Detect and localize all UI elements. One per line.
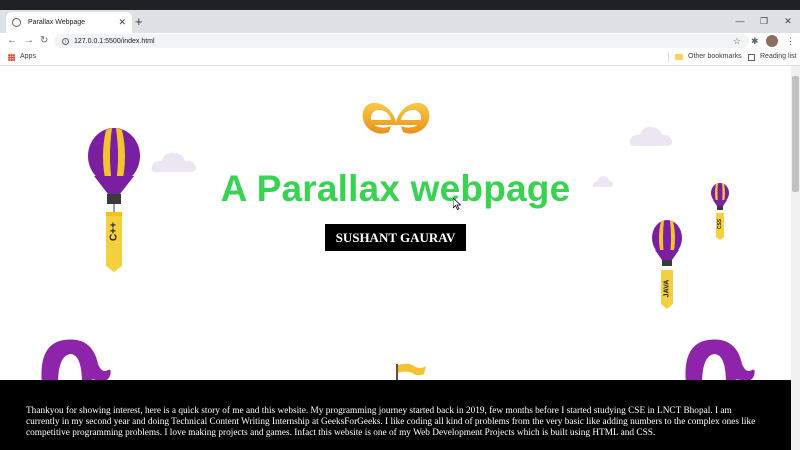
url-text[interactable]: 127.0.0.1:5500/index.html — [74, 38, 733, 45]
globe-icon — [12, 18, 21, 27]
story-section: Thankyou for showing interest, here is a… — [0, 380, 791, 450]
reload-icon[interactable]: ↻ — [40, 33, 48, 49]
page-viewport: C++ CSS JAVA A Parallax webpage SUSHANT … — [0, 66, 791, 450]
close-window-button[interactable]: ✕ — [778, 10, 798, 33]
bookmark-star-icon[interactable]: ☆ — [733, 36, 741, 47]
forward-arrow-icon[interactable]: → — [24, 33, 34, 49]
cloud-image — [629, 126, 673, 146]
other-bookmarks-label: Other bookmarks — [688, 53, 742, 60]
tab-title: Parallax Webpage — [28, 19, 86, 26]
page-scrollbar[interactable] — [791, 66, 800, 450]
address-bar[interactable]: i 127.0.0.1:5500/index.html ☆ — [54, 34, 749, 48]
purple-octopus-right — [685, 339, 755, 384]
restore-button[interactable]: ❐ — [754, 10, 774, 33]
author-name-button[interactable]: SUSHANT GAURAV — [325, 224, 466, 251]
folder-icon — [675, 54, 683, 60]
new-tab-button[interactable]: + — [135, 12, 143, 32]
back-arrow-icon[interactable]: ← — [7, 33, 17, 49]
tab-bar: Parallax Webpage ✕ + — ❐ ✕ — [0, 10, 800, 33]
browser-menu-icon[interactable]: ⋮ — [786, 33, 795, 49]
bookmark-other[interactable]: Other bookmarks — [675, 49, 742, 65]
purple-octopus-left — [41, 339, 111, 384]
minimize-button[interactable]: — — [730, 10, 750, 33]
reading-list-icon — [748, 53, 755, 61]
tab-parallax-webpage[interactable]: Parallax Webpage ✕ — [6, 12, 132, 33]
apps-grid-icon — [8, 53, 15, 61]
profile-avatar[interactable] — [766, 35, 778, 47]
story-paragraph: Thankyou for showing interest, here is a… — [26, 406, 756, 438]
extensions-puzzle-icon[interactable]: ✱ — [751, 33, 759, 49]
scrollbar-thumb[interactable] — [792, 76, 799, 192]
geeksforgeeks-logo — [362, 102, 430, 134]
site-info-icon[interactable]: i — [62, 37, 69, 45]
yellow-flag-image — [396, 363, 426, 380]
mouse-cursor-icon — [453, 198, 461, 210]
bookmark-apps[interactable]: Apps — [8, 49, 36, 65]
tab-close-icon[interactable]: ✕ — [118, 17, 126, 28]
bookmark-reading-list[interactable]: Reading list — [748, 49, 797, 65]
browser-toolbar: ← → ↻ i 127.0.0.1:5500/index.html ☆ ✱ ⋮ — [0, 33, 800, 49]
reading-list-label: Reading list — [760, 53, 797, 60]
page-title: A Parallax webpage — [220, 168, 571, 209]
window-top-strip — [0, 0, 800, 10]
balloon-label-cpp: C++ — [108, 222, 120, 241]
balloon-label-css: CSS — [717, 218, 723, 230]
bookmarks-divider — [668, 52, 669, 62]
apps-label: Apps — [20, 53, 36, 60]
bookmarks-bar: Apps Other bookmarks Reading list — [0, 49, 800, 66]
balloon-label-java: JAVA — [663, 279, 671, 298]
